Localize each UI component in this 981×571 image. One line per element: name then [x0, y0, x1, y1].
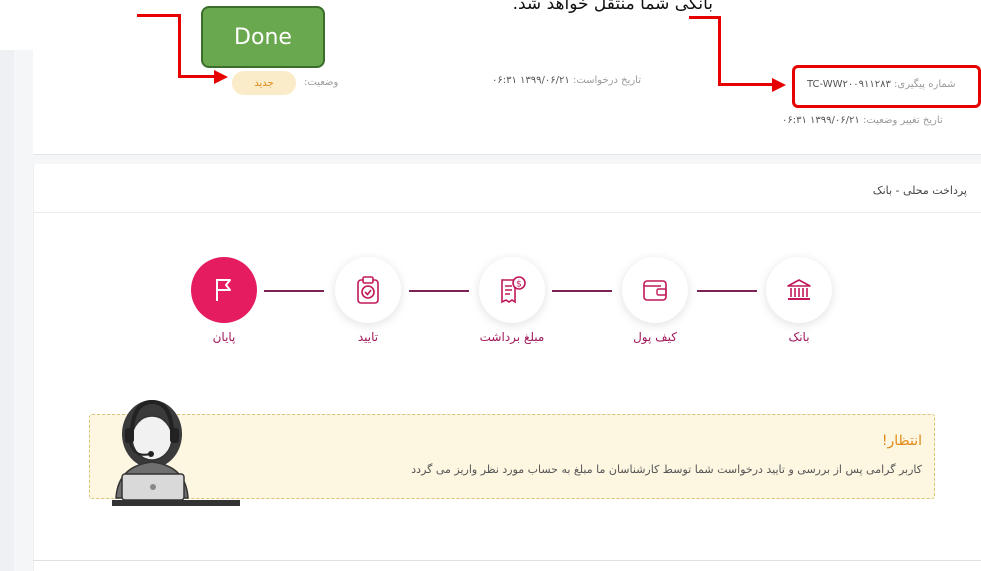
step-label-wallet: کیف پول — [633, 330, 677, 344]
step-label-bank: بانک — [788, 330, 810, 344]
step-connector — [264, 290, 324, 292]
step-bank[interactable] — [766, 257, 832, 323]
request-date: تاریخ درخواست: ۱۳۹۹/۰۶/۲۱ ۰۶:۳۱ — [492, 75, 641, 86]
step-connector — [697, 290, 757, 292]
svg-text:$: $ — [516, 280, 522, 290]
status-change-value: ۱۳۹۹/۰۶/۲۱ ۰۶:۳۱ — [782, 115, 860, 126]
annotation-line-left-top — [137, 14, 181, 17]
bank-icon — [787, 279, 811, 300]
notice-title: انتظار! — [881, 433, 922, 449]
section-title: پرداخت محلی - بانک — [872, 184, 967, 197]
top-caption: بانکی شما منتقل خواهد شد. — [512, 0, 713, 14]
support-agent-icon — [112, 399, 240, 506]
arrow-head-icon — [214, 70, 228, 84]
step-withdraw-amount[interactable]: $ — [479, 257, 545, 323]
left-strip — [0, 50, 14, 571]
status-change-date: تاریخ تغییر وضعیت: ۱۳۹۹/۰۶/۲۱ ۰۶:۳۱ — [782, 115, 943, 126]
step-label-confirm: تایید — [357, 330, 379, 344]
notice-text: کاربر گرامی پس از بررسی و تایید درخواست … — [411, 463, 922, 476]
annotation-line-left-bottom — [178, 75, 216, 78]
status-change-label: تاریخ تغییر وضعیت: — [862, 115, 943, 126]
arrow-head-icon — [772, 78, 786, 92]
annotation-line-left-vertical — [178, 14, 181, 78]
request-date-label: تاریخ درخواست: — [572, 75, 642, 86]
step-label-finish: پایان — [212, 330, 236, 344]
step-label-withdraw-amount: مبلغ برداشت — [479, 330, 545, 344]
bottom-divider — [33, 560, 981, 561]
step-connector — [409, 290, 469, 292]
request-date-value: ۱۳۹۹/۰۶/۲۱ ۰۶:۳۱ — [492, 75, 570, 86]
step-finish[interactable] — [191, 257, 257, 323]
status-badge: جدید — [232, 71, 296, 95]
annotation-line-right-top — [689, 16, 721, 19]
step-wallet[interactable] — [622, 257, 688, 323]
step-connector — [552, 290, 612, 292]
step-confirm[interactable] — [335, 257, 401, 323]
flag-icon — [216, 279, 231, 301]
status-label: وضعیت: — [304, 77, 339, 88]
section-divider — [33, 212, 981, 213]
annotation-line-right-vertical — [718, 16, 721, 86]
tracking-highlight-box — [792, 65, 981, 108]
wallet-icon — [643, 280, 667, 301]
done-annotation: Done — [201, 6, 325, 68]
annotation-line-right-bottom — [718, 83, 774, 86]
receipt-icon: $ — [501, 276, 526, 304]
clipboard-check-icon — [357, 276, 379, 304]
